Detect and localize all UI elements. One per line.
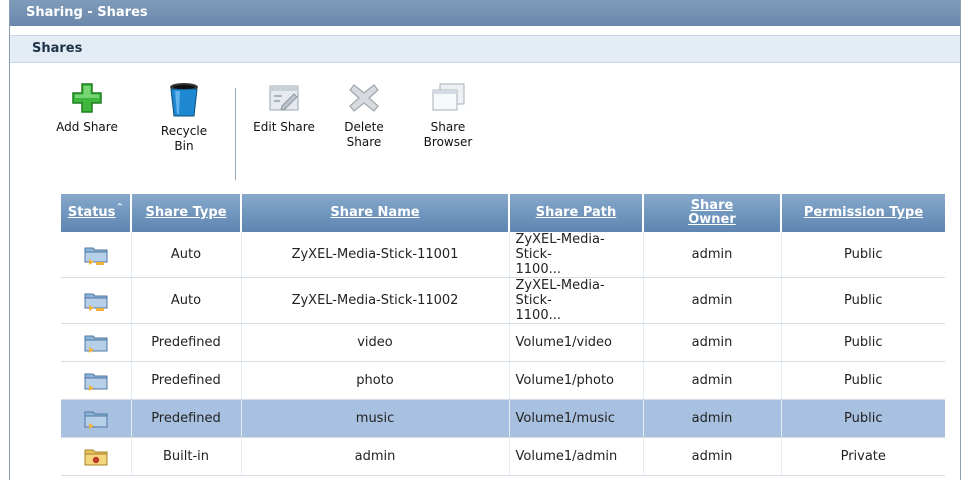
window-title: Sharing - Shares [10,0,960,26]
permission-type-cell: Public [781,232,945,278]
status-cell [61,361,132,400]
share-type-cell: Predefined [131,399,242,438]
share-owner-cell: admin [643,399,782,438]
share-path-cell: ZyXEL-Media-Stick- 1100... [509,232,644,278]
status-cell [61,437,132,476]
permission-type-cell: Public [781,399,945,438]
share-name-cell: photo [241,361,510,400]
column-header-share-owner[interactable]: Share Owner [643,194,782,232]
permission-type-cell: Private [781,437,945,476]
share-owner-cell: admin [643,277,782,324]
column-header-status[interactable]: Status^ [61,194,132,232]
shared-folder-icon [84,335,108,353]
permission-type-cell: Public [781,277,945,324]
share-browser-label: Share Browser [423,120,473,149]
sort-ascending-icon: ^ [116,201,124,211]
share-name-cell: music [241,399,510,438]
status-cell [61,399,132,438]
share-path-cell: Volume1/admin [509,437,644,476]
section-title: Shares [10,35,960,63]
recycle-bin-button[interactable]: Recycle Bin [154,82,214,154]
delete-share-button[interactable]: Delete Share [338,82,390,150]
table-row[interactable]: Auto ZyXEL-Media-Stick-11001 ZyXEL-Media… [61,232,945,278]
edit-icon [269,85,299,111]
delete-share-label: Delete Share [344,120,384,149]
share-name-cell: admin [241,437,510,476]
share-owner-cell: admin [643,232,782,278]
column-header-share-path[interactable]: Share Path [509,194,644,232]
edit-share-button[interactable]: Edit Share [244,82,324,135]
table-row-selected[interactable]: Predefined music Volume1/music admin Pub… [61,399,945,438]
plus-icon [72,83,102,113]
status-cell [61,232,132,278]
share-owner-cell: admin [643,361,782,400]
share-path-cell: ZyXEL-Media-Stick- 1100... [509,277,644,324]
add-share-label: Add Share [56,120,118,134]
private-folder-icon [84,449,108,465]
share-name-cell: ZyXEL-Media-Stick-11002 [241,277,510,324]
share-path-cell: Volume1/video [509,323,644,362]
table-row[interactable]: Built-in admin Volume1/admin admin Priva… [61,437,945,476]
edit-share-label: Edit Share [253,120,315,134]
share-type-cell: Built-in [131,437,242,476]
status-cell [61,323,132,362]
share-browser-button[interactable]: Share Browser [416,82,480,150]
shared-folder-icon [84,373,108,391]
shared-network-folder-icon [84,247,108,265]
table-row[interactable]: Predefined video Volume1/video admin Pub… [61,323,945,362]
recycle-bin-label: Recycle Bin [160,124,208,153]
status-cell [61,277,132,324]
share-owner-cell: admin [643,437,782,476]
share-type-cell: Auto [131,232,242,278]
toolbar-separator [235,88,236,180]
add-share-button[interactable]: Add Share [48,82,126,135]
share-name-cell: video [241,323,510,362]
share-type-cell: Predefined [131,361,242,400]
sharing-shares-panel: Sharing - Shares Shares Add Share Recycl… [9,0,961,480]
column-header-share-type[interactable]: Share Type [131,194,242,232]
column-header-permission-type[interactable]: Permission Type [781,194,945,232]
share-type-cell: Predefined [131,323,242,362]
permission-type-cell: Public [781,361,945,400]
table-row[interactable]: Auto ZyXEL-Media-Stick-11002 ZyXEL-Media… [61,277,945,324]
delete-icon [349,84,379,112]
column-header-share-name[interactable]: Share Name [241,194,510,232]
shares-table: Status^ Share Type Share Name Share Path… [61,194,945,476]
table-header-row: Status^ Share Type Share Name Share Path… [61,194,945,232]
share-owner-cell: admin [643,323,782,362]
share-name-cell: ZyXEL-Media-Stick-11001 [241,232,510,278]
permission-type-cell: Public [781,323,945,362]
shared-network-folder-icon [84,293,108,311]
share-path-cell: Volume1/photo [509,361,644,400]
share-path-cell: Volume1/music [509,399,644,438]
browser-windows-icon [432,83,465,111]
table-row[interactable]: Predefined photo Volume1/photo admin Pub… [61,361,945,400]
shared-folder-icon [84,411,108,429]
recycle-bin-icon [170,83,198,117]
share-type-cell: Auto [131,277,242,324]
